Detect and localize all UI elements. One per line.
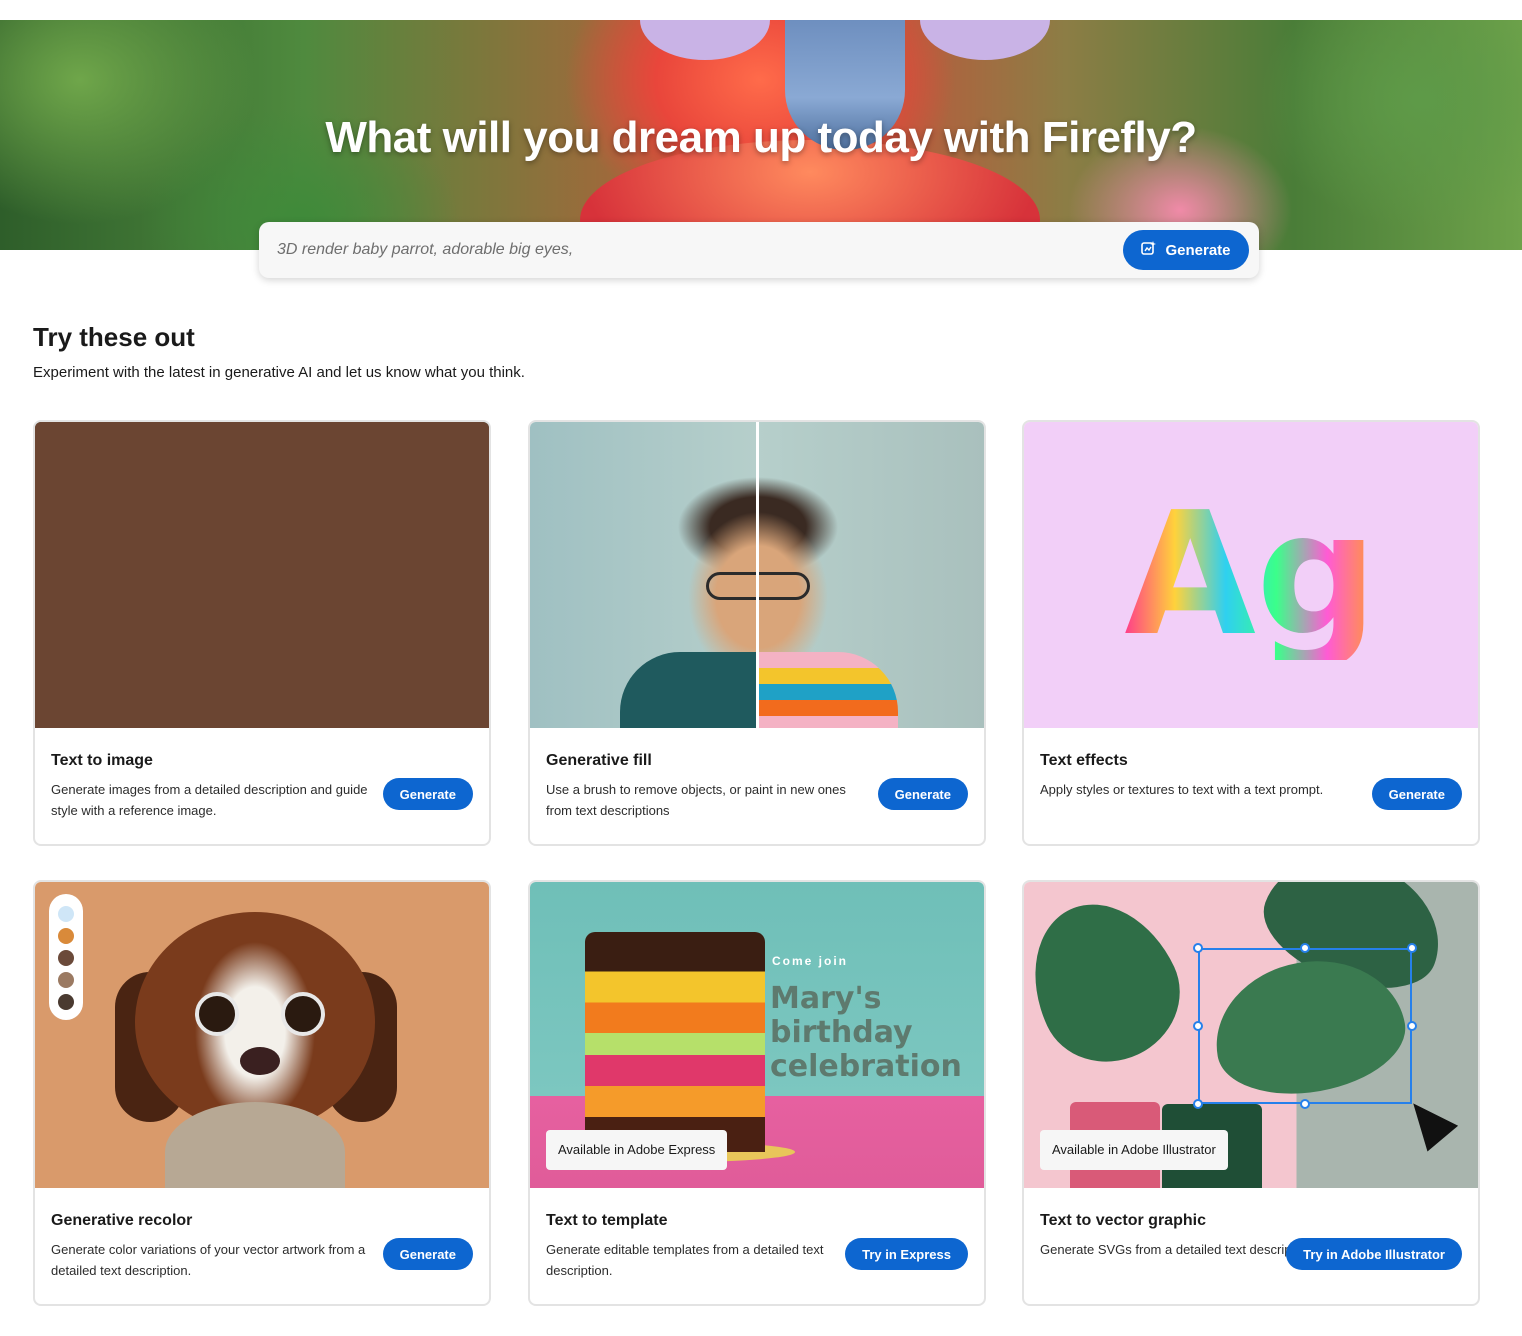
selection-handle: [1300, 943, 1310, 953]
card-description: Generate editable templates from a detai…: [546, 1242, 824, 1278]
card-text-effects[interactable]: Ag Text effects Apply styles or textures…: [1022, 420, 1480, 846]
card-generative-recolor[interactable]: Generative recolor Generate color variat…: [33, 880, 491, 1306]
prompt-input[interactable]: [277, 222, 1097, 278]
card-image-birthday-cake: Come join Mary's birthday celebration Av…: [530, 882, 984, 1188]
card-description: Use a brush to remove objects, or paint …: [546, 782, 846, 818]
card-title: Text to vector graphic: [1040, 1212, 1206, 1229]
card-text-to-template[interactable]: Come join Mary's birthday celebration Av…: [528, 880, 986, 1306]
split-divider: [756, 422, 759, 728]
fur-letters-text: Ag: [1124, 476, 1378, 674]
sweater-striped: [758, 652, 898, 728]
card-title: Generative recolor: [51, 1212, 193, 1229]
card-title: Text to image: [51, 752, 153, 769]
template-headline-line: celebration: [770, 1049, 962, 1084]
card-description: Apply styles or textures to text with a …: [1040, 782, 1324, 797]
puppy-nose: [240, 1047, 280, 1075]
card-text-to-vector[interactable]: Available in Adobe Illustrator Text to v…: [1022, 880, 1480, 1306]
hero-banner: What will you dream up today with Firefl…: [0, 20, 1522, 250]
card-title: Text effects: [1040, 752, 1128, 769]
hero-title: What will you dream up today with Firefl…: [325, 113, 1197, 162]
selection-handle: [1193, 1099, 1203, 1109]
section-title: Try these out: [33, 322, 195, 352]
generate-sparkle-icon: [1141, 240, 1157, 260]
try-in-illustrator-button[interactable]: Try in Adobe Illustrator: [1286, 1238, 1462, 1270]
card-title: Generative fill: [546, 752, 652, 769]
card-image-puppy-vector: [35, 882, 489, 1188]
palette-swatch: [58, 950, 74, 966]
puppy-eye-left: [195, 992, 239, 1036]
parrot-eye-left: [640, 20, 770, 60]
card-image-monstera-vector: Available in Adobe Illustrator: [1024, 882, 1478, 1188]
card-text-to-image[interactable]: Text to image Generate images from a det…: [33, 420, 491, 846]
palette-swatch: [58, 928, 74, 944]
template-headline-line: birthday: [770, 1015, 913, 1050]
generate-button[interactable]: Generate: [1123, 230, 1249, 270]
template-headline-line: Mary's: [770, 981, 882, 1016]
monstera-leaf: [1024, 882, 1202, 1085]
color-palette: [49, 894, 83, 1020]
palette-swatch: [58, 994, 74, 1010]
section-subtitle: Experiment with the latest in generative…: [33, 364, 525, 381]
card-generate-button[interactable]: Generate: [1371, 778, 1462, 810]
prompt-bar: Generate: [259, 222, 1259, 278]
card-generate-button[interactable]: Generate: [382, 1238, 473, 1270]
selection-handle: [1193, 1021, 1203, 1031]
card-generative-fill[interactable]: Generative fill Use a brush to remove ob…: [528, 420, 986, 846]
card-image-fur-letters: Ag: [1024, 422, 1478, 728]
puppy-eye-right: [281, 992, 325, 1036]
selection-handle: [1300, 1099, 1310, 1109]
card-image-girl-butterflies: [35, 422, 489, 728]
card-description: Generate images from a detailed descript…: [51, 782, 368, 818]
palette-swatch: [58, 972, 74, 988]
sweater-plain: [620, 652, 758, 728]
card-generate-button[interactable]: Generate: [382, 778, 473, 810]
availability-badge: Available in Adobe Illustrator: [1040, 1130, 1228, 1170]
card-generate-button[interactable]: Generate: [877, 778, 968, 810]
availability-badge: Available in Adobe Express: [546, 1130, 728, 1170]
card-image-portrait-split: [530, 422, 984, 728]
parrot-eye-right: [920, 20, 1050, 60]
generate-button-label: Generate: [1165, 241, 1231, 259]
selection-handle: [1193, 943, 1203, 953]
card-title: Text to template: [546, 1212, 668, 1229]
selection-handle: [1407, 1021, 1417, 1031]
puppy-head: [135, 912, 375, 1132]
template-headline: Mary's birthday celebration: [770, 982, 962, 1084]
selection-box: [1198, 948, 1412, 1104]
template-text-come-join: Come join: [772, 954, 849, 968]
try-in-express-button[interactable]: Try in Express: [845, 1238, 968, 1270]
selection-handle: [1407, 943, 1417, 953]
palette-swatch: [58, 906, 74, 922]
rainbow-cake: [585, 932, 765, 1152]
card-description: Generate color variations of your vector…: [51, 1242, 366, 1278]
